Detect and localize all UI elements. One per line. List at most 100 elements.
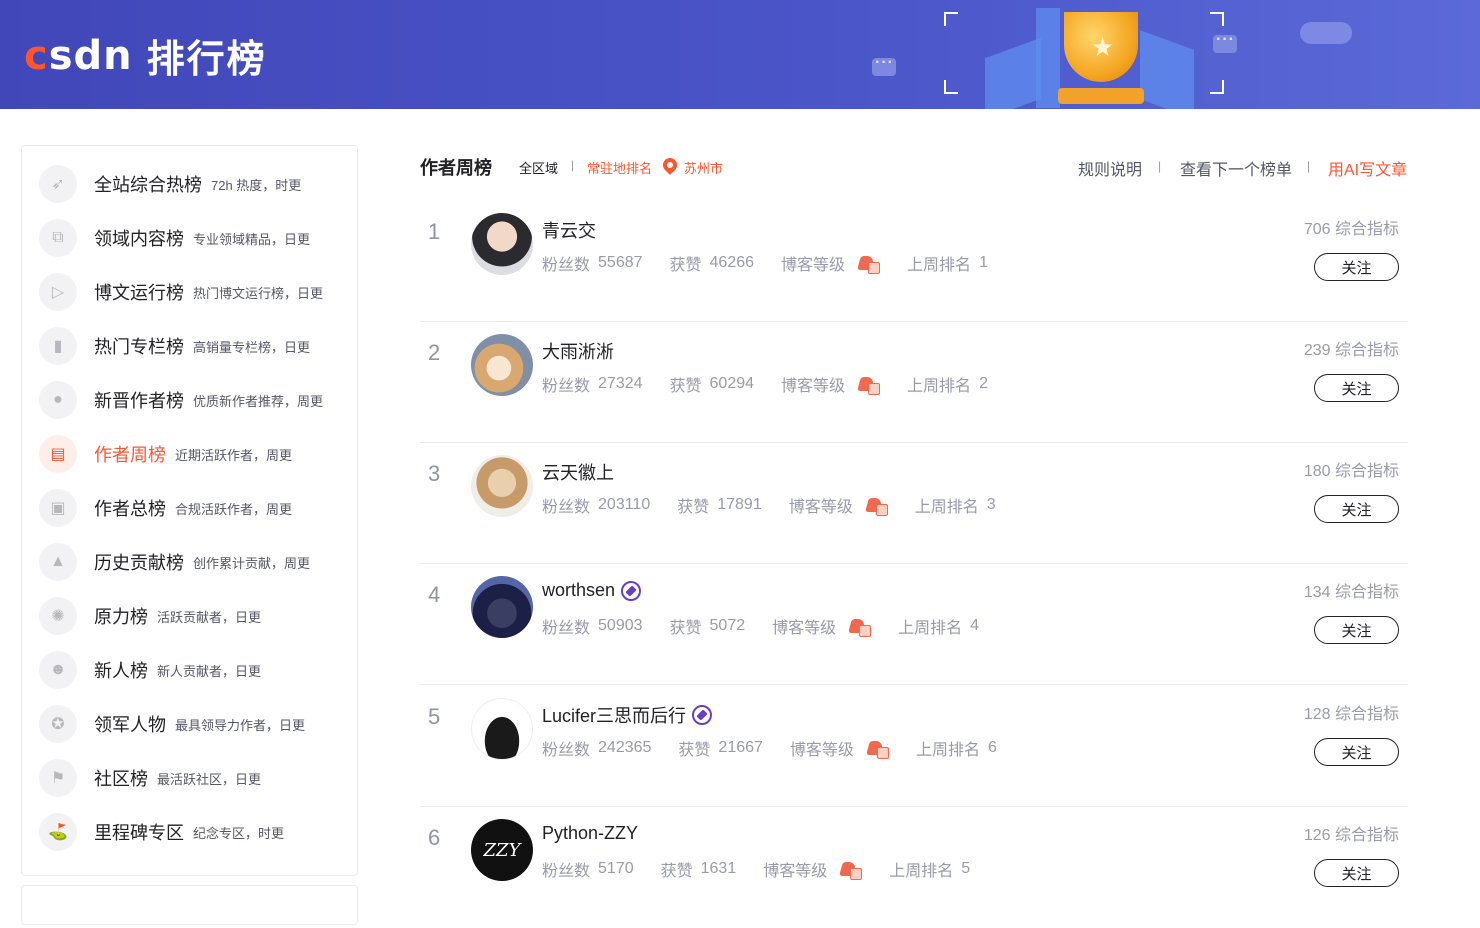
last-rank-value: 3 — [986, 496, 996, 513]
likes-label: 获赞 — [660, 863, 693, 880]
avatar[interactable] — [471, 213, 533, 275]
last-rank-label: 上周排名 — [907, 378, 972, 395]
last-rank-value: 4 — [970, 617, 980, 634]
next-list-link[interactable]: 查看下一个榜单 — [1180, 156, 1292, 180]
sidebar-item-newbie[interactable]: ☻ 新人榜 新人贡献者，日更 — [39, 650, 261, 690]
rank-number: 2 — [428, 340, 441, 365]
sidebar-item-milestone[interactable]: ⛳ 里程碑专区 纪念专区，时更 — [39, 812, 284, 852]
follow-button[interactable]: 关注 — [1314, 738, 1399, 766]
local-rank-link[interactable]: 常驻地排名 — [587, 158, 652, 177]
sidebar-item-label: 博文运行榜 — [94, 283, 184, 303]
avatar[interactable]: ZZY — [471, 819, 533, 881]
sidebar-item-history[interactable]: ▲ 历史贡献榜 创作累计贡献，周更 — [39, 542, 310, 582]
ranking-row: 4 worthsen 粉丝数 50903 获赞 5072 博客等级 上周排名 4… — [420, 564, 1408, 685]
divider: | — [1307, 159, 1311, 173]
sidebar-item-desc: 新人贡献者，日更 — [157, 663, 262, 679]
newbie-icon: ☻ — [39, 651, 77, 689]
avatar[interactable] — [471, 334, 533, 396]
city-selector[interactable]: 苏州市 — [684, 158, 723, 177]
ranking-row: 1 青云交 粉丝数 55687 获赞 46266 博客等级 上周排名 1 706… — [420, 201, 1408, 322]
bookmark-icon: ▮ — [39, 327, 77, 365]
author-name[interactable]: Lucifer三思而后行 — [542, 702, 713, 728]
avatar[interactable] — [471, 698, 533, 760]
likes-count: 17891 — [717, 496, 762, 513]
score: 128 综合指标 — [1303, 706, 1399, 723]
flag-icon: ⚑ — [39, 759, 77, 797]
fans-count: 50903 — [598, 617, 643, 634]
sidebar-item-label: 全站综合热榜 — [94, 175, 202, 195]
sidebar-item-desc: 创作累计贡献，周更 — [193, 555, 311, 571]
chat-bubble-icon — [872, 54, 896, 76]
last-rank-value: 5 — [961, 860, 971, 877]
author-name[interactable]: worthsen — [542, 580, 642, 601]
fans-count: 55687 — [598, 254, 643, 271]
likes-count: 46266 — [709, 254, 755, 271]
last-rank-label: 上周排名 — [907, 257, 972, 274]
last-rank-label: 上周排名 — [914, 499, 979, 516]
author-name[interactable]: Python-ZZY — [542, 823, 638, 844]
last-rank-label: 上周排名 — [889, 863, 954, 880]
sidebar-item-desc: 最具领导力作者，日更 — [175, 717, 306, 733]
cloud-icon — [1300, 22, 1352, 44]
sidebar-item-label: 作者周榜 — [94, 445, 166, 465]
follow-button[interactable]: 关注 — [1314, 495, 1399, 523]
likes-label: 获赞 — [677, 499, 710, 516]
rank-number: 6 — [428, 825, 441, 850]
author-name[interactable]: 青云交 — [542, 217, 596, 243]
sidebar-item-label: 热门专栏榜 — [94, 337, 184, 357]
likes-count: 21667 — [718, 739, 763, 756]
sidebar-item-domain[interactable]: ⧉ 领域内容榜 专业领域精品，日更 — [39, 218, 310, 258]
follow-button[interactable]: 关注 — [1314, 859, 1399, 887]
rank-number: 4 — [428, 582, 441, 607]
level-label: 博客等级 — [788, 499, 853, 516]
contribution-icon: ▲ — [39, 543, 77, 581]
fans-label: 粉丝数 — [542, 257, 591, 274]
divider: | — [571, 158, 575, 172]
rules-link[interactable]: 规则说明 — [1078, 156, 1142, 180]
ai-write-link[interactable]: 用AI写文章 — [1328, 156, 1407, 180]
sidebar-item-new-author[interactable]: ● 新晋作者榜 优质新作者推荐，周更 — [39, 380, 323, 420]
sidebar-secondary-card — [21, 885, 358, 925]
level-label: 博客等级 — [763, 863, 828, 880]
author-stats: 粉丝数 55687 获赞 46266 博客等级 上周排名 1 — [542, 251, 1015, 275]
rank-number: 5 — [428, 704, 441, 729]
follow-button[interactable]: 关注 — [1314, 374, 1399, 402]
likes-label: 获赞 — [669, 257, 702, 274]
sidebar-item-site-hot[interactable]: ➶ 全站综合热榜 72h 热度，时更 — [39, 164, 301, 204]
code-icon: ⧉ — [39, 219, 77, 257]
sidebar-item-label: 社区榜 — [94, 769, 148, 789]
user-icon: ● — [39, 381, 77, 419]
ranking-row: 5 Lucifer三思而后行 粉丝数 242365 获赞 21667 博客等级 … — [420, 686, 1408, 807]
vip-badge-icon — [692, 705, 713, 725]
sidebar-item-label: 领域内容榜 — [94, 229, 184, 249]
sidebar-item-author-total[interactable]: ▣ 作者总榜 合规活跃作者，周更 — [39, 488, 292, 528]
sidebar-item-author-weekly[interactable]: ▤ 作者周榜 近期活跃作者，周更 — [39, 434, 292, 474]
follow-button[interactable]: 关注 — [1314, 253, 1399, 281]
last-rank-value: 1 — [979, 254, 988, 271]
avatar[interactable] — [471, 455, 533, 517]
region-filter-all[interactable]: 全区域 — [519, 158, 558, 177]
fans-count: 27324 — [598, 375, 643, 392]
sidebar-item-desc: 最活跃社区，日更 — [157, 771, 262, 787]
score: 180 综合指标 — [1303, 463, 1399, 480]
sidebar-item-force[interactable]: ✺ 原力榜 活跃贡献者，日更 — [39, 596, 261, 636]
list-title: 作者周榜 — [420, 158, 492, 178]
csdn-logo[interactable]: csdn 排行榜 — [24, 28, 267, 83]
sidebar-item-column[interactable]: ▮ 热门专栏榜 高销量专栏榜，日更 — [39, 326, 310, 366]
sidebar-item-desc: 专业领域精品，日更 — [193, 231, 311, 247]
sidebar-item-label: 历史贡献榜 — [94, 553, 184, 573]
header-banner: csdn 排行榜 ★ — [0, 0, 1480, 109]
author-name[interactable]: 云天徽上 — [542, 459, 614, 485]
star-icon: ★ — [1091, 32, 1115, 62]
list-header: 作者周榜 全区域 | 常驻地排名 苏州市 规则说明 | 查看下一个榜单 | 用A… — [420, 152, 1408, 180]
sidebar-item-label: 作者总榜 — [94, 499, 166, 519]
author-name[interactable]: 大雨淅淅 — [542, 338, 614, 364]
follow-button[interactable]: 关注 — [1314, 616, 1399, 644]
sidebar-item-leader[interactable]: ✪ 领军人物 最具领导力作者，日更 — [39, 704, 305, 744]
sidebar-item-blog-run[interactable]: ▷ 博文运行榜 热门博文运行榜，日更 — [39, 272, 323, 312]
sidebar-item-community[interactable]: ⚑ 社区榜 最活跃社区，日更 — [39, 758, 261, 798]
blog-level-icon — [859, 254, 881, 274]
divider: | — [1158, 159, 1162, 173]
avatar[interactable] — [471, 576, 533, 638]
play-icon: ▷ — [39, 273, 77, 311]
